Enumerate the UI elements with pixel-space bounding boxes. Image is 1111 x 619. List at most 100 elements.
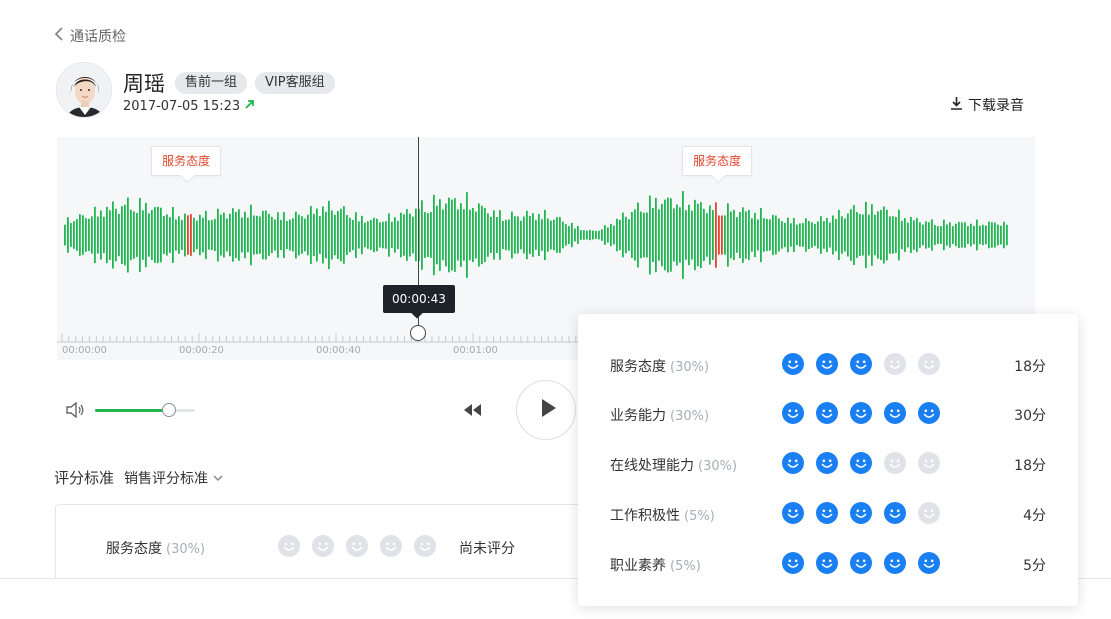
waveform-bar [595,231,597,239]
waveform-bar [169,217,171,253]
waveform-bar [754,212,756,258]
waveform-bar [571,222,573,248]
waveform-bar [640,211,642,259]
waveform-bar [892,216,894,254]
waveform-bar [691,210,693,260]
rewind-button[interactable] [461,402,483,418]
waveform-bar [469,209,471,261]
popover-row-weight: (5%) [684,509,715,524]
smiley-face-icon[interactable] [816,502,838,524]
scoring-criteria: 评分标准 销售评分标准 [54,467,223,488]
smiley-face-icon[interactable] [816,402,838,424]
play-button[interactable] [516,380,576,440]
waveform-bar [736,217,738,253]
agent-tag: 售前一组 [175,72,248,94]
waveform-bar [502,220,504,250]
waveform-bar [235,211,237,258]
waveform-bar [904,218,906,252]
waveform-bar [85,218,87,252]
smiley-face-icon[interactable] [278,535,300,557]
waveform-bar [484,207,486,262]
chevron-down-icon [213,470,223,486]
smiley-face-icon[interactable] [884,402,906,424]
smiley-face-icon[interactable] [918,552,940,574]
popover-row-score: 18分 [1014,359,1046,375]
smiley-face-icon[interactable] [884,502,906,524]
waveform-bar [67,217,69,253]
volume-handle[interactable] [162,403,176,417]
waveform-bar [937,226,939,244]
waveform-bar [631,212,633,258]
waveform-bar [931,219,933,251]
back-link[interactable]: 通话质检 [54,26,126,46]
waveform-bar [223,212,225,258]
smiley-face-icon[interactable] [782,452,804,474]
smiley-face-icon[interactable] [918,402,940,424]
smiley-face-icon[interactable] [918,353,940,375]
waveform-bar [391,222,393,248]
smiley-face-icon[interactable] [850,402,872,424]
waveform-bar [817,221,819,249]
waveform-bar [481,205,483,265]
smiley-face-icon[interactable] [414,535,436,557]
smiley-face-icon[interactable] [816,552,838,574]
waveform-bar [145,202,147,268]
smiley-face-icon[interactable] [816,452,838,474]
waveform-bar [385,221,387,249]
criteria-select[interactable]: 销售评分标准 [124,468,223,488]
waveform-bar [538,213,540,257]
waveform-bar [976,219,978,251]
waveform-bar [505,219,507,251]
waveform-bar [634,209,636,261]
waveform-bar [673,208,675,262]
smiley-face-icon[interactable] [782,402,804,424]
scrub-handle[interactable] [410,325,426,341]
waveform-bar [862,214,864,256]
waveform-bar [490,217,492,253]
smiley-face-icon[interactable] [918,452,940,474]
smiley-face-icon[interactable] [782,353,804,375]
smiley-face-icon[interactable] [312,535,334,557]
rating-faces [782,452,940,474]
waveform-bar [319,216,321,254]
waveform-bar [382,221,384,249]
smiley-face-icon[interactable] [782,502,804,524]
smiley-face-icon[interactable] [346,535,368,557]
smiley-face-icon[interactable] [850,502,872,524]
smiley-face-icon[interactable] [884,353,906,375]
issue-marker[interactable]: 服务态度 [151,146,222,176]
waveform-bar [577,226,579,244]
smiley-face-icon[interactable] [816,353,838,375]
issue-marker[interactable]: 服务态度 [682,146,753,176]
waveform-bar [427,213,429,257]
volume-slider[interactable] [95,403,195,417]
waveform-bar [766,218,768,252]
popover-row-weight: (30%) [670,409,710,424]
download-button[interactable]: 下载录音 [950,95,1024,115]
waveform-bar [967,226,969,244]
smiley-face-icon[interactable] [380,535,402,557]
smiley-face-icon[interactable] [782,552,804,574]
popover-row: 工作积极性 (5%) 4分 [610,502,1050,526]
volume-icon[interactable] [66,401,84,419]
waveform-bar [226,218,228,252]
waveform-bar [709,205,711,265]
waveform-bar [364,222,366,248]
waveform-bar [655,197,657,273]
waveform-bar [853,205,855,265]
waveform-bar [337,211,339,259]
waveform-bar [757,219,759,251]
rating-popover: 服务态度 (30%) 18分 业务能力 (30%) 30分 在线处理能力 (30%) … [578,314,1078,606]
waveform-bar [877,211,879,259]
smiley-face-icon[interactable] [884,452,906,474]
waveform-bar [1003,221,1005,249]
waveform-bar [586,230,588,240]
smiley-face-icon[interactable] [850,353,872,375]
waveform-bar [496,217,498,253]
waveform-bar [850,209,852,261]
smiley-face-icon[interactable] [884,552,906,574]
smiley-face-icon[interactable] [850,452,872,474]
popover-row-weight: (5%) [670,559,701,574]
smiley-face-icon[interactable] [850,552,872,574]
smiley-face-icon[interactable] [918,502,940,524]
